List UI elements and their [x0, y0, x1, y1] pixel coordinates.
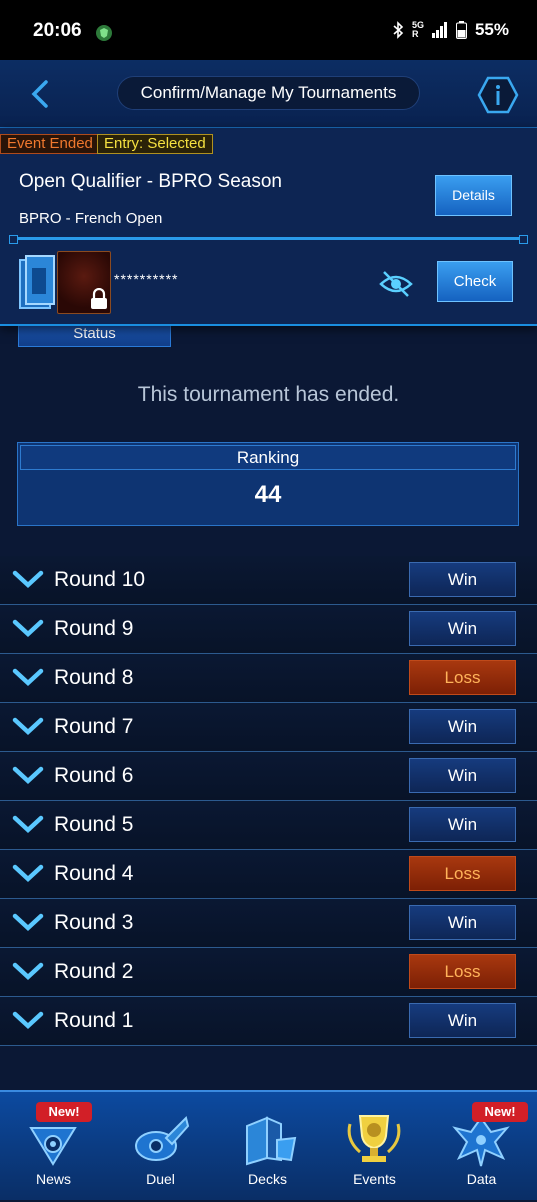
chevron-down-icon[interactable]	[12, 1009, 44, 1031]
app-shield-icon	[96, 25, 112, 41]
back-chevron-icon[interactable]	[24, 76, 56, 112]
tournament-subtitle: BPRO - French Open	[19, 210, 163, 227]
round-label: Round 5	[54, 813, 134, 836]
nav-events-label: Events	[353, 1171, 396, 1187]
bottom-nav: New! News Duel Decks Events New! Data	[0, 1090, 537, 1200]
round-row[interactable]: Round 5 Win	[0, 801, 537, 850]
nav-data[interactable]: New! Data	[428, 1092, 535, 1202]
chevron-down-icon[interactable]	[12, 715, 44, 737]
duel-disk-icon	[135, 1116, 190, 1161]
round-row[interactable]: Round 2 Loss	[0, 948, 537, 997]
ended-message: This tournament has ended.	[137, 383, 400, 406]
round-label: Round 7	[54, 715, 134, 738]
ranking-box: Ranking 44	[17, 442, 519, 526]
round-result: Win	[409, 758, 516, 793]
rounds-list: Round 10 Win Round 9 Win Round 8 Loss Round…	[0, 556, 537, 1046]
round-result: Win	[409, 1003, 516, 1038]
nav-duel-label: Duel	[146, 1171, 175, 1187]
round-label: Round 1	[54, 1009, 134, 1032]
chevron-down-icon[interactable]	[12, 666, 44, 688]
roaming-indicator: R	[411, 29, 419, 39]
round-row[interactable]: Round 8 Loss	[0, 654, 537, 703]
chevron-down-icon[interactable]	[12, 960, 44, 982]
round-row[interactable]: Round 3 Win	[0, 899, 537, 948]
check-button[interactable]: Check	[437, 261, 513, 302]
nav-news-label: News	[35, 1171, 71, 1187]
event-status-badge: Event Ended	[0, 134, 100, 154]
round-label: Round 2	[54, 960, 134, 983]
round-label: Round 10	[54, 568, 146, 591]
nav-decks[interactable]: Decks	[214, 1092, 321, 1202]
round-result: Win	[409, 611, 516, 646]
round-row[interactable]: Round 4 Loss	[0, 850, 537, 899]
round-label: Round 8	[54, 666, 134, 689]
round-label: Round 9	[54, 617, 134, 640]
ranking-value: 44	[254, 481, 282, 508]
page-title: Confirm/Manage My Tournaments	[117, 76, 420, 110]
status-bar: 20:06 5G R 55%	[0, 0, 537, 60]
nav-duel[interactable]: Duel	[107, 1092, 214, 1202]
round-result: Win	[409, 562, 516, 597]
round-result: Win	[409, 905, 516, 940]
battery-icon	[455, 21, 467, 39]
nav-decks-label: Decks	[248, 1171, 287, 1187]
nav-news[interactable]: New! News	[0, 1092, 107, 1202]
chevron-down-icon[interactable]	[12, 813, 44, 835]
round-result: Loss	[409, 660, 516, 695]
round-label: Round 6	[54, 764, 134, 787]
round-row[interactable]: Round 1 Win	[0, 997, 537, 1046]
trophy-icon	[347, 1115, 401, 1162]
info-icon[interactable]	[477, 75, 519, 115]
tournament-name: Open Qualifier - BPRO Season	[19, 171, 282, 192]
nav-data-label: Data	[466, 1171, 497, 1187]
chevron-down-icon[interactable]	[12, 911, 44, 933]
entry-status-badge: Entry: Selected	[97, 134, 213, 154]
details-button[interactable]: Details	[435, 175, 512, 216]
round-result: Loss	[409, 954, 516, 989]
chevron-down-icon[interactable]	[12, 764, 44, 786]
deck-code: **********	[114, 271, 179, 287]
hidden-eye-icon[interactable]	[378, 268, 414, 300]
clock: 20:06	[33, 20, 82, 41]
chevron-down-icon[interactable]	[12, 617, 44, 639]
new-badge: New!	[472, 1102, 528, 1122]
divider	[9, 235, 528, 244]
round-label: Round 4	[54, 862, 134, 885]
signal-icon	[431, 22, 447, 38]
chevron-down-icon[interactable]	[12, 568, 44, 590]
battery-level: 55%	[474, 20, 509, 39]
round-label: Round 3	[54, 911, 134, 934]
round-result: Win	[409, 807, 516, 842]
round-row[interactable]: Round 9 Win	[0, 605, 537, 654]
lock-icon	[91, 288, 107, 309]
new-badge: New!	[36, 1102, 92, 1122]
tournament-card: Event Ended Entry: Selected Open Qualifi…	[0, 128, 537, 326]
nav-events[interactable]: Events	[321, 1092, 428, 1202]
decks-icon	[246, 1116, 297, 1166]
bluetooth-icon	[393, 21, 404, 39]
round-row[interactable]: Round 7 Win	[0, 703, 537, 752]
deck-case-icon	[19, 255, 55, 309]
round-result: Win	[409, 709, 516, 744]
round-row[interactable]: Round 6 Win	[0, 752, 537, 801]
round-row[interactable]: Round 10 Win	[0, 556, 537, 605]
round-result: Loss	[409, 856, 516, 891]
ranking-label: Ranking	[20, 445, 516, 470]
chevron-down-icon[interactable]	[12, 862, 44, 884]
header: Confirm/Manage My Tournaments	[0, 60, 537, 128]
